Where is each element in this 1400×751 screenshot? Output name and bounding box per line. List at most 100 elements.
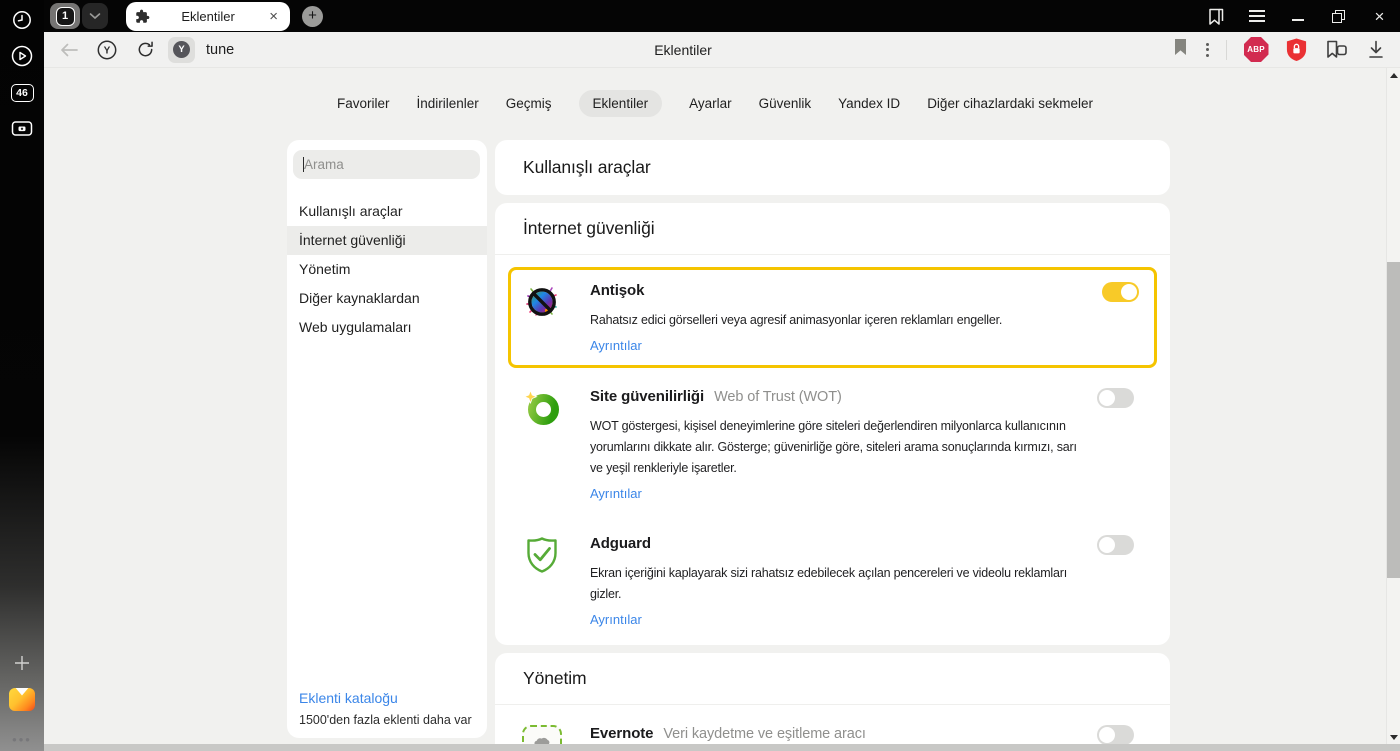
new-tab-button[interactable]: + bbox=[302, 5, 323, 27]
downloads-button[interactable] bbox=[1356, 35, 1396, 65]
extension-title: Evernote bbox=[590, 725, 654, 742]
restore-button[interactable] bbox=[1318, 0, 1359, 32]
chevron-down-icon bbox=[89, 13, 101, 20]
wot-icon bbox=[522, 388, 562, 428]
refresh-button[interactable] bbox=[126, 35, 164, 65]
restore-icon bbox=[1332, 9, 1345, 23]
adguard-icon bbox=[522, 535, 562, 575]
collections-icon bbox=[1326, 40, 1347, 58]
minimize-button[interactable] bbox=[1277, 0, 1318, 32]
extension-title: Adguard bbox=[590, 535, 651, 552]
tab-close-icon[interactable]: × bbox=[266, 7, 281, 26]
category-menu: Kullanışlı araçlar İnternet güvenliği Yö… bbox=[287, 197, 487, 342]
address-bar: Y Y tune Eklentiler ABP bbox=[44, 32, 1400, 68]
player-icon[interactable] bbox=[0, 41, 44, 71]
download-icon bbox=[1369, 40, 1383, 58]
extension-catalog-link[interactable]: Eklenti kataloğu bbox=[299, 690, 472, 706]
abp-icon: ABP bbox=[1243, 37, 1269, 62]
svg-text:Y: Y bbox=[104, 45, 111, 56]
nav-tab-yandex-id[interactable]: Yandex ID bbox=[838, 90, 900, 117]
home-button[interactable]: Y bbox=[88, 35, 126, 65]
category-other-sources[interactable]: Diğer kaynaklardan bbox=[287, 284, 487, 313]
section-cards: Kullanışlı araçlar İnternet güvenliği An… bbox=[495, 140, 1170, 751]
section-internet-security: İnternet güvenliği Antişok Rahatsız edic… bbox=[495, 203, 1170, 645]
browser-window: 46 ••• 1 Eklentiler × + × Y Y tune Eklen… bbox=[0, 0, 1400, 751]
toggle-knob bbox=[1099, 390, 1115, 406]
antishock-icon bbox=[522, 282, 562, 322]
back-arrow-icon bbox=[61, 43, 78, 56]
active-tab[interactable]: Eklentiler × bbox=[126, 1, 290, 31]
wot-details-link[interactable]: Ayrıntılar bbox=[590, 486, 642, 501]
tab-list-chevron-button[interactable] bbox=[82, 3, 108, 29]
tab-counter: 1 bbox=[55, 6, 75, 26]
add-panel-icon[interactable] bbox=[0, 648, 44, 678]
yandex-mail-icon[interactable] bbox=[0, 684, 44, 714]
divider bbox=[1226, 39, 1227, 60]
adguard-details-link[interactable]: Ayrıntılar bbox=[590, 612, 642, 627]
nav-tab-extensions[interactable]: Eklentiler bbox=[578, 90, 663, 117]
history-icon[interactable] bbox=[0, 5, 44, 35]
puzzle-icon bbox=[136, 9, 150, 23]
close-icon: × bbox=[1374, 6, 1385, 26]
evernote-toggle[interactable] bbox=[1097, 725, 1134, 745]
extension-description: Ekran içeriğini kaplayarak sizi rahatsız… bbox=[590, 566, 1067, 601]
scrollbar-down-arrow[interactable] bbox=[1389, 735, 1398, 740]
protect-button[interactable] bbox=[1276, 35, 1316, 65]
scrollbar-up-arrow[interactable] bbox=[1389, 73, 1398, 78]
close-window-button[interactable]: × bbox=[1359, 0, 1400, 32]
rail-more-icon[interactable]: ••• bbox=[0, 724, 44, 751]
antishock-details-link[interactable]: Ayrıntılar bbox=[590, 338, 642, 353]
adblock-plus-button[interactable]: ABP bbox=[1236, 35, 1276, 65]
nav-tab-other-devices[interactable]: Diğer cihazlardaki sekmeler bbox=[927, 90, 1093, 117]
antishock-toggle[interactable] bbox=[1102, 282, 1139, 302]
bookmarks-panel-button[interactable] bbox=[1195, 0, 1236, 32]
tab-title: Eklentiler bbox=[181, 8, 235, 24]
url-text: tune bbox=[206, 41, 235, 58]
extension-subtitle: Web of Trust (WOT) bbox=[714, 389, 842, 405]
category-panel: Kullanışlı araçlar İnternet güvenliği Yö… bbox=[287, 140, 487, 738]
extension-description: Rahatsız edici görselleri veya agresif a… bbox=[590, 313, 1003, 327]
wot-toggle[interactable] bbox=[1097, 388, 1134, 408]
window-controls: × bbox=[1195, 0, 1400, 32]
screenshot-icon[interactable] bbox=[0, 114, 44, 144]
minimize-icon bbox=[1291, 19, 1304, 21]
section-management: Yönetim Evernote Veri kaydetme ve eşitle… bbox=[495, 653, 1170, 751]
category-useful-tools[interactable]: Kullanışlı araçlar bbox=[287, 197, 487, 226]
category-web-apps[interactable]: Web uygulamaları bbox=[287, 313, 487, 342]
section-title: Yönetim bbox=[523, 668, 587, 688]
refresh-icon bbox=[138, 41, 153, 57]
settings-nav: Favoriler İndirilenler Geçmiş Eklentiler… bbox=[44, 90, 1386, 117]
scrollbar-thumb[interactable] bbox=[1387, 262, 1400, 578]
bookmarks-icon bbox=[1208, 8, 1223, 25]
tab-count-badge[interactable]: 46 bbox=[0, 78, 44, 108]
panel-footer: Eklenti kataloğu 1500'den fazla eklenti … bbox=[299, 690, 472, 727]
site-favicon-badge: Y bbox=[168, 36, 195, 63]
nav-tab-settings[interactable]: Ayarlar bbox=[689, 90, 732, 117]
nav-tab-security[interactable]: Güvenlik bbox=[759, 90, 812, 117]
category-internet-security[interactable]: İnternet güvenliği bbox=[287, 226, 487, 255]
extension-row-antishock: Antişok Rahatsız edici görselleri veya a… bbox=[508, 267, 1157, 368]
protect-shield-icon bbox=[1286, 38, 1306, 61]
nav-tab-favorites[interactable]: Favoriler bbox=[337, 90, 390, 117]
text-caret bbox=[303, 157, 304, 172]
section-title: Kullanışlı araçlar bbox=[523, 157, 651, 177]
nav-tab-history[interactable]: Geçmiş bbox=[506, 90, 552, 117]
tab-group: 1 bbox=[50, 3, 108, 29]
address-more-button[interactable] bbox=[1198, 39, 1217, 61]
bookmark-flag-button[interactable] bbox=[1173, 38, 1188, 61]
menu-button[interactable] bbox=[1236, 0, 1277, 32]
address-field[interactable]: Y tune Eklentiler bbox=[168, 35, 1198, 65]
category-management[interactable]: Yönetim bbox=[287, 255, 487, 284]
collections-button[interactable] bbox=[1316, 35, 1356, 65]
back-button[interactable] bbox=[50, 35, 88, 65]
extensions-page: Favoriler İndirilenler Geçmiş Eklentiler… bbox=[44, 68, 1386, 751]
tab-counter-button[interactable]: 1 bbox=[50, 3, 80, 29]
adguard-toggle[interactable] bbox=[1097, 535, 1134, 555]
extension-catalog-note: 1500'den fazla eklenti daha var bbox=[299, 713, 472, 727]
extension-title: Antişok bbox=[590, 282, 645, 299]
search-input[interactable] bbox=[293, 150, 480, 179]
address-page-title: Eklentiler bbox=[654, 41, 712, 58]
nav-tab-downloads[interactable]: İndirilenler bbox=[417, 90, 479, 117]
extension-row-wot: Site güvenilirliği Web of Trust (WOT) WO… bbox=[495, 368, 1170, 515]
bookmark-flag-icon bbox=[1175, 39, 1186, 55]
